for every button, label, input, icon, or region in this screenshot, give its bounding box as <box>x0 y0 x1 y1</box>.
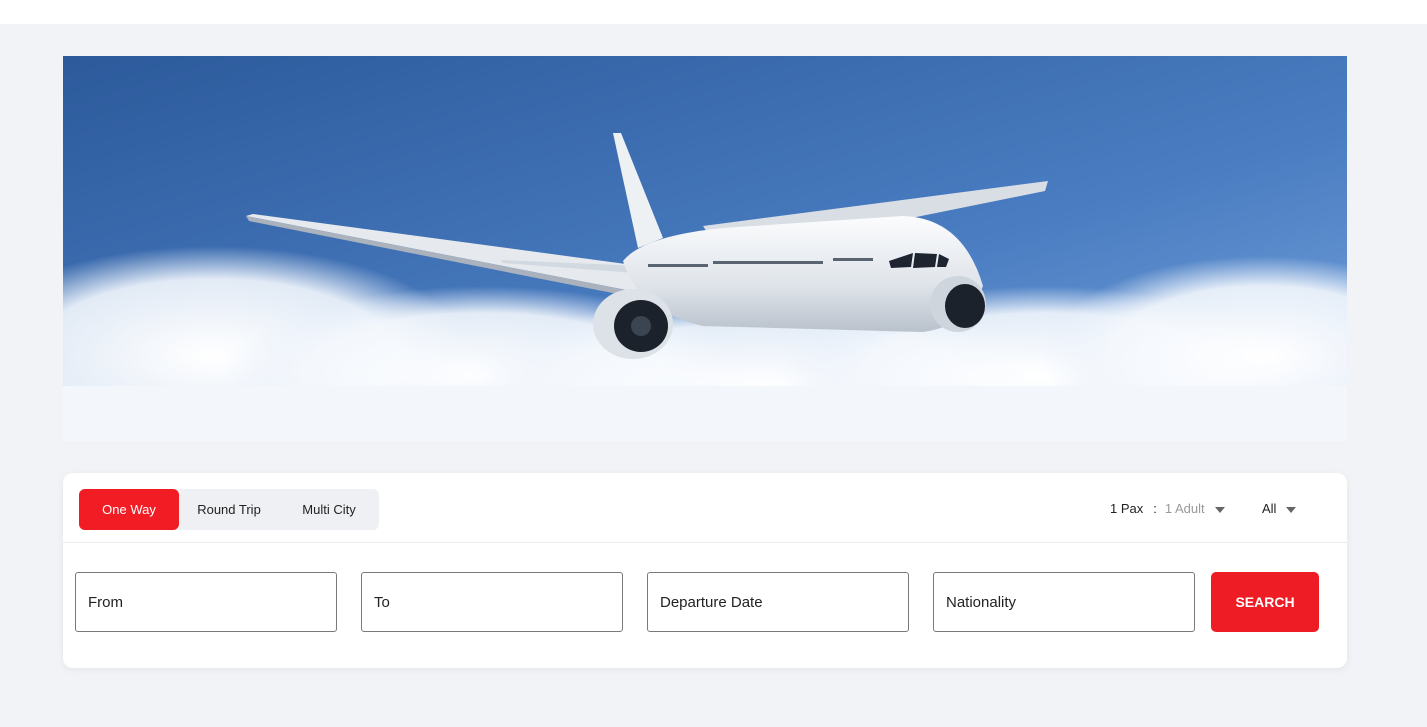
pax-count-label: 1 Pax <box>1110 501 1144 516</box>
cabin-class-value: All <box>1262 501 1277 516</box>
passenger-selector[interactable]: 1 Pax : 1 Adult <box>1110 501 1225 516</box>
tab-one-way[interactable]: One Way <box>79 489 179 530</box>
cabin-class-selector[interactable]: All <box>1262 501 1297 516</box>
divider <box>63 542 1347 543</box>
tab-multi-city[interactable]: Multi City <box>279 489 379 530</box>
adult-count-label: 1 Adult <box>1164 501 1205 516</box>
hero-banner-image <box>63 56 1347 441</box>
chevron-down-icon[interactable] <box>1214 506 1225 513</box>
flight-search-card: One Way Round Trip Multi City 1 Pax : 1 … <box>63 473 1347 668</box>
nationality-field[interactable]: Nationality <box>933 572 1195 632</box>
to-field[interactable]: To <box>361 572 623 632</box>
trip-type-tabs: One Way Round Trip Multi City <box>79 489 379 530</box>
pax-separator: : <box>1153 501 1157 516</box>
tab-round-trip[interactable]: Round Trip <box>179 489 279 530</box>
airplane-in-sky-image <box>63 56 1347 441</box>
search-button[interactable]: SEARCH <box>1211 572 1319 632</box>
chevron-down-icon[interactable] <box>1286 506 1297 513</box>
from-field[interactable]: From <box>75 572 337 632</box>
top-bar <box>0 0 1427 24</box>
departure-date-field[interactable]: Departure Date <box>647 572 909 632</box>
